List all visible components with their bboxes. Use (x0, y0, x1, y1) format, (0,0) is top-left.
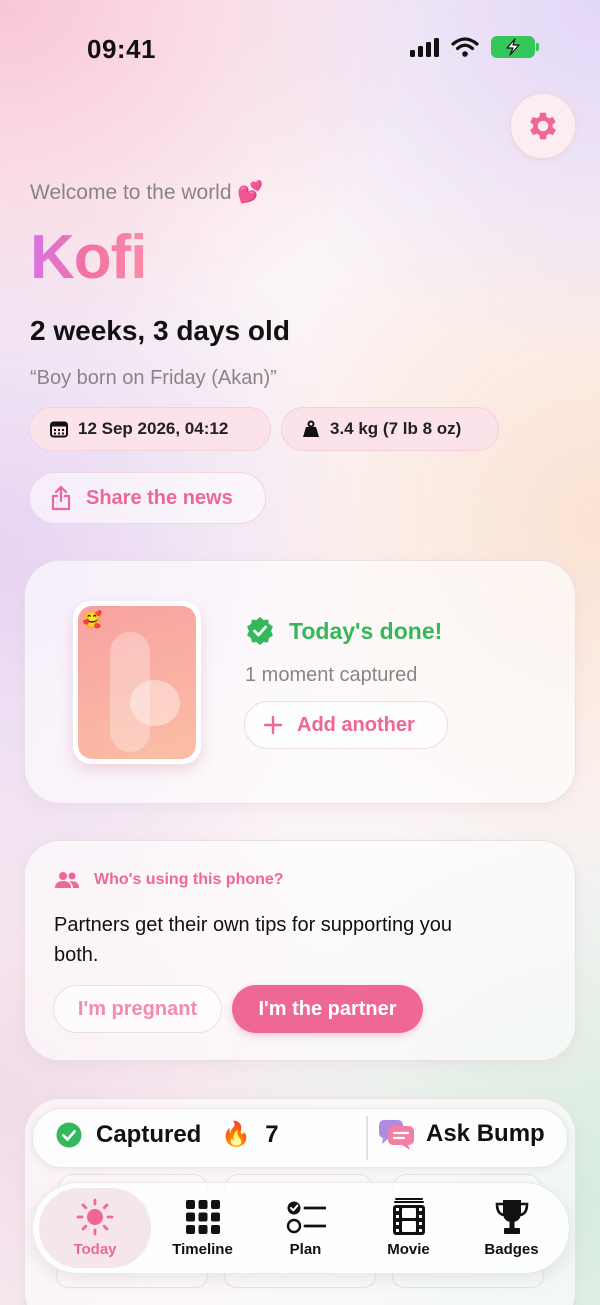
divider (366, 1116, 368, 1160)
fire-emoji: 🔥 (221, 1121, 252, 1148)
settings-button[interactable] (510, 93, 576, 159)
grid-icon (185, 1199, 220, 1234)
film-icon (392, 1197, 425, 1235)
moment-photo-thumbnail[interactable]: 🥰 (73, 601, 201, 764)
captured-streak[interactable]: Captured 🔥 7 (56, 1120, 279, 1149)
hearts-emoji: 💕 (237, 181, 264, 204)
captured-label: Captured (96, 1120, 202, 1148)
tab-badges[interactable]: Badges (460, 1188, 563, 1268)
battery-charging-icon (491, 36, 539, 58)
sun-icon (76, 1198, 114, 1235)
photo-placeholder: 🥰 (78, 606, 196, 759)
verified-check-icon (247, 617, 273, 645)
status-time: 09:41 (87, 34, 156, 64)
today-done-row: Today's done! (245, 616, 442, 646)
im-the-partner-button[interactable]: I'm the partner (232, 985, 423, 1033)
baby-age: 2 weeks, 3 days old (30, 315, 290, 346)
status-icons (410, 36, 539, 58)
birth-weight-text: 3.4 kg (7 lb 8 oz) (330, 419, 462, 438)
checklist-icon (286, 1201, 326, 1233)
weight-icon (303, 420, 319, 437)
name-meaning: “Boy born on Friday (Akan)” (30, 367, 277, 389)
moment-count: 1 moment captured (245, 664, 418, 686)
share-news-button[interactable]: Share the news (29, 472, 266, 524)
trophy-icon (495, 1199, 528, 1234)
welcome-text: Welcome to the world 💕 (30, 181, 264, 204)
calendar-icon (50, 421, 68, 438)
baby-name: Kofi (30, 223, 148, 292)
add-another-button[interactable]: Add another (244, 701, 448, 749)
tab-plan[interactable]: Plan (254, 1188, 357, 1268)
birth-date-text: 12 Sep 2026, 04:12 (78, 419, 229, 438)
streak-count: 7 (265, 1120, 279, 1148)
cellular-signal-icon (410, 37, 439, 57)
tab-movie[interactable]: Movie (357, 1188, 460, 1268)
chat-bubbles-icon (379, 1120, 414, 1150)
birth-weight-chip[interactable]: 3.4 kg (7 lb 8 oz) (281, 407, 499, 451)
wifi-icon (451, 37, 479, 57)
bottom-tab-bar: Today Timeline Plan Movie Badges (32, 1182, 570, 1274)
birth-date-chip[interactable]: 12 Sep 2026, 04:12 (29, 407, 271, 451)
im-pregnant-button[interactable]: I'm pregnant (53, 985, 222, 1033)
share-icon (51, 485, 71, 511)
plus-icon (263, 715, 283, 735)
check-circle-icon (56, 1122, 82, 1147)
ask-bump-button[interactable]: Ask Bump (378, 1118, 545, 1150)
tab-today[interactable]: Today (39, 1188, 151, 1268)
who-is-using-header: Who's using this phone? (54, 870, 284, 890)
gear-icon (530, 112, 556, 140)
people-icon (55, 872, 79, 888)
smiling-hearts-emoji: 🥰 (82, 612, 102, 629)
tab-timeline[interactable]: Timeline (151, 1188, 254, 1268)
partners-description: Partners get their own tips for supporti… (54, 914, 452, 966)
today-done-label: Today's done! (289, 617, 443, 644)
